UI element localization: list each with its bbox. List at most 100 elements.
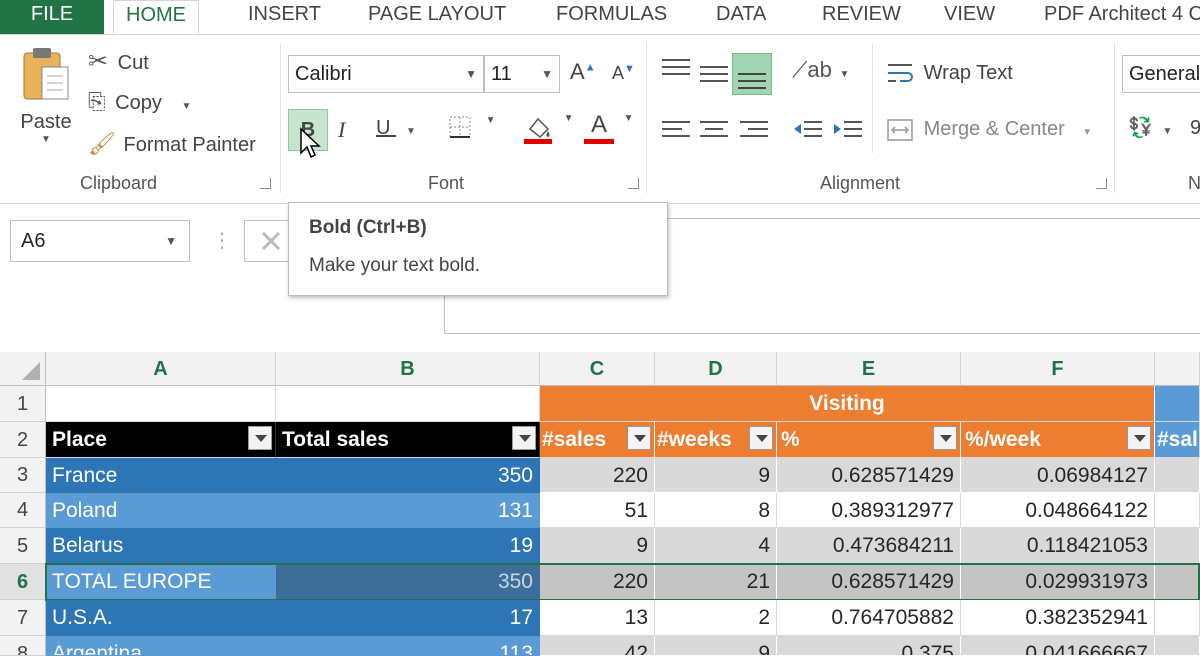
cell-g6[interactable] bbox=[1155, 564, 1200, 600]
underline-button[interactable]: U ▼ bbox=[376, 117, 416, 140]
borders-button[interactable]: ▼ bbox=[448, 115, 495, 145]
decrease-indent-icon[interactable] bbox=[792, 119, 824, 143]
orientation-button[interactable]: ⟋ab ▼ bbox=[792, 57, 849, 83]
cell-b5[interactable]: 19 bbox=[276, 528, 540, 564]
align-right-icon[interactable] bbox=[738, 119, 770, 143]
cell-g4[interactable] bbox=[1155, 493, 1200, 528]
cell-g1[interactable] bbox=[1155, 386, 1200, 422]
select-all-corner[interactable] bbox=[0, 352, 46, 386]
row-header-8[interactable]: 8 bbox=[0, 636, 46, 656]
copy-button[interactable]: ⎘ Copy ▼ bbox=[88, 89, 191, 115]
merge-center-button[interactable]: Merge & Center ▼ bbox=[886, 117, 1092, 143]
column-header-a[interactable]: A bbox=[46, 352, 276, 386]
font-color-button[interactable]: A ▼ bbox=[584, 113, 633, 144]
formula-bar-grip-icon[interactable]: ⋮ bbox=[212, 228, 232, 253]
cell-c8[interactable]: 42 bbox=[540, 636, 655, 656]
cell-g7[interactable] bbox=[1155, 600, 1200, 636]
cell-a5[interactable]: Belarus bbox=[46, 528, 276, 564]
grow-font-button[interactable]: A▲ bbox=[570, 59, 596, 85]
align-center-icon[interactable] bbox=[698, 119, 730, 143]
cell-a6[interactable]: TOTAL EUROPE bbox=[46, 564, 276, 600]
cell-b1[interactable] bbox=[276, 386, 540, 422]
header-sales-2[interactable]: #sal bbox=[1155, 422, 1200, 458]
cell-d5[interactable]: 4 bbox=[655, 528, 777, 564]
cell-e3[interactable]: 0.628571429 bbox=[777, 458, 961, 493]
cell-f5[interactable]: 0.118421053 bbox=[961, 528, 1155, 564]
header-sales[interactable]: #sales bbox=[540, 422, 655, 458]
cell-f6[interactable]: 0.029931973 bbox=[961, 564, 1155, 600]
filter-dropdown-icon[interactable] bbox=[627, 426, 651, 450]
increase-indent-icon[interactable] bbox=[832, 119, 864, 143]
filter-dropdown-icon[interactable] bbox=[933, 426, 957, 450]
cell-e7[interactable]: 0.764705882 bbox=[777, 600, 961, 636]
cell-d4[interactable]: 8 bbox=[655, 493, 777, 528]
cell-f8[interactable]: 0.041666667 bbox=[961, 636, 1155, 656]
name-box[interactable]: A6 ▼ bbox=[10, 220, 190, 262]
format-painter-button[interactable]: 🖌 Format Painter bbox=[88, 131, 256, 157]
cell-f3[interactable]: 0.06984127 bbox=[961, 458, 1155, 493]
header-weeks[interactable]: #weeks bbox=[655, 422, 777, 458]
cell-a8[interactable]: Argentina bbox=[46, 636, 276, 656]
header-total-sales[interactable]: Total sales bbox=[276, 422, 540, 458]
cell-c3[interactable]: 220 bbox=[540, 458, 655, 493]
cell-c7[interactable]: 13 bbox=[540, 600, 655, 636]
row-header-1[interactable]: 1 bbox=[0, 386, 46, 422]
cell-b4[interactable]: 131 bbox=[276, 493, 540, 528]
tab-formulas[interactable]: FORMULAS bbox=[556, 0, 667, 34]
cell-b7[interactable]: 17 bbox=[276, 600, 540, 636]
accounting-format-button[interactable]: 💱 ▼ bbox=[1128, 115, 1172, 140]
cell-c6[interactable]: 220 bbox=[540, 564, 655, 600]
alignment-launcher-icon[interactable] bbox=[1096, 178, 1107, 189]
cell-b6[interactable]: 350 bbox=[276, 564, 540, 600]
cell-b3[interactable]: 350 bbox=[276, 458, 540, 493]
tab-pdf-architect[interactable]: PDF Architect 4 C bbox=[1044, 0, 1200, 34]
tab-data[interactable]: DATA bbox=[716, 0, 766, 34]
align-left-icon[interactable] bbox=[660, 119, 692, 143]
cell-c5[interactable]: 9 bbox=[540, 528, 655, 564]
tab-review[interactable]: REVIEW bbox=[822, 0, 901, 34]
column-header-d[interactable]: D bbox=[655, 352, 777, 386]
cell-d3[interactable]: 9 bbox=[655, 458, 777, 493]
visiting-merged-header[interactable]: Visiting bbox=[540, 386, 1155, 422]
shrink-font-button[interactable]: A▼ bbox=[612, 63, 635, 84]
tab-file[interactable]: FILE bbox=[0, 0, 104, 34]
cell-a1[interactable] bbox=[46, 386, 276, 422]
cell-a7[interactable]: U.S.A. bbox=[46, 600, 276, 636]
cut-button[interactable]: ✂ Cut bbox=[88, 47, 149, 76]
cell-f4[interactable]: 0.048664122 bbox=[961, 493, 1155, 528]
cell-d8[interactable]: 9 bbox=[655, 636, 777, 656]
row-header-3[interactable]: 3 bbox=[0, 458, 46, 493]
column-header-e[interactable]: E bbox=[777, 352, 961, 386]
header-place[interactable]: Place bbox=[46, 422, 276, 458]
fill-color-button[interactable]: ▼ bbox=[522, 113, 573, 151]
filter-dropdown-icon[interactable] bbox=[512, 426, 536, 450]
header-percent-week[interactable]: %/week bbox=[961, 422, 1155, 458]
cell-g5[interactable] bbox=[1155, 528, 1200, 564]
column-header-g[interactable] bbox=[1155, 352, 1200, 386]
cell-e6[interactable]: 0.628571429 bbox=[777, 564, 961, 600]
header-percent[interactable]: % bbox=[777, 422, 961, 458]
cell-d6[interactable]: 21 bbox=[655, 564, 777, 600]
font-name-select[interactable]: Calibri ▼ bbox=[288, 55, 484, 93]
clipboard-launcher-icon[interactable] bbox=[260, 178, 271, 189]
cell-g8[interactable] bbox=[1155, 636, 1200, 656]
cell-g3[interactable] bbox=[1155, 458, 1200, 493]
cancel-entry-button[interactable] bbox=[244, 220, 294, 262]
cell-e4[interactable]: 0.389312977 bbox=[777, 493, 961, 528]
cell-c4[interactable]: 51 bbox=[540, 493, 655, 528]
comma-style-button[interactable]: 9 bbox=[1190, 117, 1200, 140]
cell-d7[interactable]: 2 bbox=[655, 600, 777, 636]
align-bottom-button[interactable] bbox=[732, 53, 772, 95]
align-top-icon[interactable] bbox=[660, 57, 692, 83]
column-header-b[interactable]: B bbox=[276, 352, 540, 386]
wrap-text-button[interactable]: Wrap Text bbox=[886, 61, 1013, 87]
paste-button[interactable]: Paste ▼ bbox=[18, 45, 74, 145]
column-header-f[interactable]: F bbox=[961, 352, 1155, 386]
tab-insert[interactable]: INSERT bbox=[248, 0, 321, 34]
tab-page-layout[interactable]: PAGE LAYOUT bbox=[368, 0, 506, 34]
align-middle-icon[interactable] bbox=[698, 61, 730, 87]
cell-e8[interactable]: 0.375 bbox=[777, 636, 961, 656]
row-header-4[interactable]: 4 bbox=[0, 493, 46, 528]
filter-dropdown-icon[interactable] bbox=[749, 426, 773, 450]
row-header-7[interactable]: 7 bbox=[0, 600, 46, 636]
